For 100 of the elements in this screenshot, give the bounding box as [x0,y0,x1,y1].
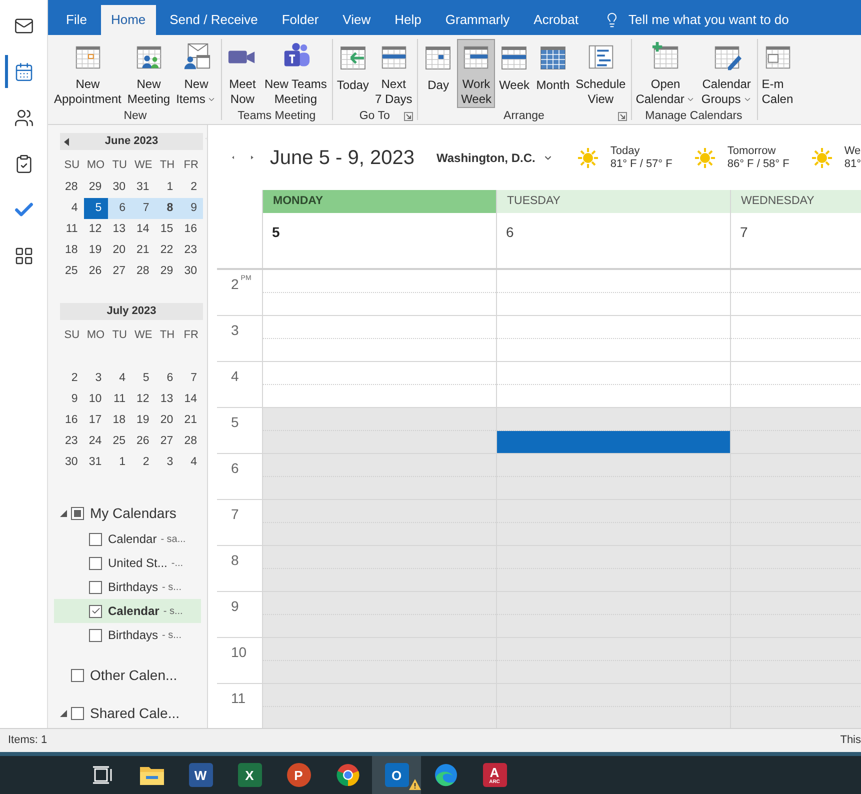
calendar-group-label[interactable]: My Calendars [90,502,176,524]
ribbon-button[interactable]: Work Week [457,39,496,108]
task-view-icon[interactable] [92,766,112,784]
day-cell[interactable]: 4 [179,452,203,473]
ribbon-button[interactable]: New Teams Meeting [261,39,330,108]
calendar-row[interactable]: Birthdays - s... [54,623,201,647]
day-cell[interactable]: 28 [132,261,156,282]
day-cell[interactable]: 11 [108,389,132,410]
menu-tab[interactable]: Folder [272,5,329,35]
calendar-group-label[interactable]: Shared Cale... [90,702,180,724]
day-cell[interactable]: 3 [84,368,108,389]
day-header[interactable]: MONDAY [263,190,496,213]
ribbon-button[interactable]: Meet Now [223,39,262,108]
app-icon[interactable]: W [188,763,212,787]
ribbon-button[interactable]: Day [419,39,458,108]
menu-tab[interactable]: Send / Receive [160,5,268,35]
day-cell[interactable]: 27 [155,431,180,452]
tell-me-field[interactable]: Tell me what you want to do [628,10,828,30]
day-cell[interactable]: 17 [84,410,108,431]
time-slot[interactable] [496,408,730,453]
checkbox[interactable] [89,556,102,570]
day-cell[interactable]: 1 [155,177,180,198]
day-cell[interactable]: 2 [179,177,203,198]
expander-icon[interactable] [60,510,67,516]
taskbar-item[interactable]: P [274,756,323,794]
checkbox[interactable] [89,580,102,594]
expander-icon[interactable] [60,710,67,716]
day-cell[interactable]: 13 [108,219,132,240]
day-cell[interactable]: 29 [84,177,108,198]
day-cell[interactable]: 3 [155,452,180,473]
day-cell[interactable]: 9 [60,389,84,410]
day-cell[interactable]: 30 [108,177,132,198]
day-cell[interactable]: 28 [60,177,84,198]
day-cell[interactable]: 7 [132,198,156,219]
menu-tab[interactable]: Acrobat [524,5,588,35]
menu-tab[interactable]: View [332,5,381,35]
day-cell[interactable]: 30 [179,261,203,282]
calendar-row[interactable]: Calendar - sa... [54,527,201,551]
day-cell[interactable]: 27 [108,261,132,282]
day-cell[interactable]: 2 [132,452,156,473]
day-cell[interactable]: 6 [155,368,180,389]
app-icon[interactable]: O [384,763,408,787]
day-cell[interactable]: 20 [108,240,132,261]
day-cell[interactable]: 23 [179,240,203,261]
location-dropdown[interactable]: Washington, D.C. [436,148,554,166]
ribbon-button[interactable]: Week [495,39,534,108]
checkbox[interactable] [89,532,102,546]
browser-icon[interactable] [336,763,360,787]
day-cell[interactable]: 25 [60,261,84,282]
day-cell[interactable]: 19 [132,410,156,431]
selected-calendar-row[interactable]: Calendar - s... [54,599,201,623]
menu-tab[interactable]: File [56,5,97,35]
ribbon-button[interactable]: New Items [173,39,220,108]
dialog-launcher-icon[interactable] [618,112,627,121]
ribbon-button[interactable]: Today [334,39,372,108]
checkbox[interactable] [71,668,84,682]
day-cell[interactable]: 18 [108,410,132,431]
day-cell[interactable]: 22 [155,240,180,261]
day-cell[interactable]: 1 [108,452,132,473]
day-cell[interactable]: 19 [84,240,108,261]
day-cell[interactable]: 4 [108,368,132,389]
calendar-group-label[interactable]: Other Calen... [90,664,178,686]
day-cell[interactable]: 25 [108,431,132,452]
day-header[interactable]: WEDNESDAY [731,190,861,213]
day-cell[interactable]: 12 [84,219,108,240]
day-cell[interactable]: 11 [60,219,84,240]
day-cell[interactable]: 7 [179,368,203,389]
day-cell[interactable]: 18 [60,240,84,261]
app-icon[interactable]: X [238,763,262,787]
day-cell[interactable]: 26 [84,261,108,282]
taskbar-item[interactable]: O [372,756,421,794]
day-cell[interactable]: 16 [60,410,84,431]
app-icon[interactable]: P [286,763,310,787]
day-header[interactable]: TUESDAY [497,190,730,213]
day-cell[interactable]: 15 [155,219,180,240]
menu-tab[interactable]: Grammarly [435,5,520,35]
day-cell[interactable]: 10 [84,389,108,410]
day-cell[interactable]: 24 [84,431,108,452]
ribbon-button[interactable]: New Meeting [124,39,174,108]
day-cell[interactable]: 9 [179,198,203,219]
day-cell[interactable]: 23 [60,431,84,452]
previous-month-icon[interactable] [64,138,69,146]
day-cell[interactable]: 20 [155,410,180,431]
taskbar-item[interactable]: W [176,756,225,794]
day-cell[interactable]: 5 [132,368,156,389]
day-cell[interactable]: 21 [179,410,203,431]
day-cell[interactable]: 21 [132,240,156,261]
calendar-row[interactable]: United St... -... [54,551,201,575]
ribbon-button[interactable]: Schedule View [572,39,629,108]
checkbox[interactable] [89,604,102,618]
day-cell[interactable]: 12 [132,389,156,410]
day-cell[interactable]: 6 [108,198,132,219]
ribbon-button[interactable]: E-m Calen [758,39,797,108]
ribbon-button[interactable]: Next 7 Days [372,39,416,108]
calendar-row[interactable]: Birthdays - s... [54,575,201,599]
browser-icon[interactable] [434,763,458,787]
ribbon-button[interactable]: New Appointment [51,39,124,108]
taskbar-item[interactable]: X [225,756,274,794]
ribbon-button[interactable]: Month [533,39,573,108]
day-cell[interactable]: 4 [60,198,84,219]
